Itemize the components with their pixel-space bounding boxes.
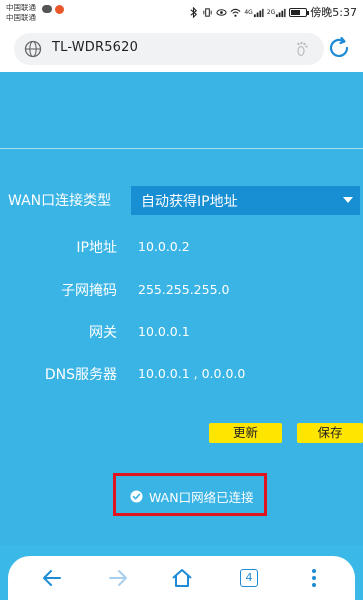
carrier-2: 中国联通 <box>6 12 36 22</box>
gateway-label: 网关 <box>89 325 117 341</box>
url-text[interactable]: TL-WDR5620 <box>52 40 138 55</box>
address-bar[interactable]: TL-WDR5620 <box>14 33 324 65</box>
weibo-icon <box>55 5 64 14</box>
wan-type-value: 自动获得IP地址 <box>141 194 238 210</box>
save-button[interactable]: 保存 <box>297 423 363 443</box>
wechat-icon <box>42 5 52 13</box>
signal-2-label: 2G <box>266 8 276 16</box>
signal-bars-2-icon <box>276 8 286 17</box>
wifi-icon <box>230 8 241 17</box>
home-icon <box>172 569 192 587</box>
tab-count: 4 <box>240 569 258 587</box>
arrow-left-icon <box>43 570 61 586</box>
back-button[interactable] <box>40 566 64 590</box>
home-button[interactable] <box>170 566 194 590</box>
caret-down-icon <box>343 197 353 203</box>
bluetooth-icon <box>190 6 198 18</box>
status-bar: 中国联通 中国联通 4G 2G 傍晚5:37 <box>0 0 363 26</box>
status-highlight: WAN口网络已连接 <box>113 473 267 516</box>
status-indicators: 4G 2G 傍晚5:37 <box>188 4 357 20</box>
battery-icon <box>289 7 310 17</box>
vibrate-icon <box>203 7 212 17</box>
ip-value: 10.0.0.2 <box>138 239 190 254</box>
eye-icon <box>216 8 227 16</box>
dns-value: 10.0.0.1 , 0.0.0.0 <box>138 366 246 381</box>
reload-icon[interactable] <box>327 36 351 60</box>
menu-button[interactable] <box>302 566 326 590</box>
subnet-label: 子网掩码 <box>61 283 117 299</box>
divider-top <box>0 148 363 149</box>
carrier-info: 中国联通 中国联通 <box>6 3 36 22</box>
ip-label: IP地址 <box>76 240 117 256</box>
wan-type-select[interactable]: 自动获得IP地址 <box>131 186 360 215</box>
signal-bars-icon <box>253 8 264 17</box>
subnet-value: 255.255.255.0 <box>138 282 230 297</box>
wan-type-label: WAN口连接类型 <box>8 193 112 209</box>
signal-1-label: 4G <box>244 8 253 16</box>
wan-status-text: WAN口网络已连接 <box>149 490 254 505</box>
globe-icon <box>24 40 42 58</box>
gateway-value: 10.0.0.1 <box>138 324 190 339</box>
dns-label: DNS服务器 <box>44 367 117 383</box>
carrier-1: 中国联通 <box>6 3 36 12</box>
footprint-icon[interactable] <box>294 40 312 58</box>
browser-nav-bar: 4 <box>8 556 355 600</box>
update-button[interactable]: 更新 <box>209 423 282 443</box>
arrow-right-icon <box>109 570 127 586</box>
more-vertical-icon <box>312 569 316 587</box>
forward-button[interactable] <box>106 566 130 590</box>
tabs-button[interactable]: 4 <box>237 566 261 590</box>
wan-status: WAN口网络已连接 <box>130 487 254 506</box>
clock: 傍晚5:37 <box>310 6 357 19</box>
browser-toolbar: TL-WDR5620 <box>0 26 363 72</box>
check-circle-icon <box>130 490 143 503</box>
